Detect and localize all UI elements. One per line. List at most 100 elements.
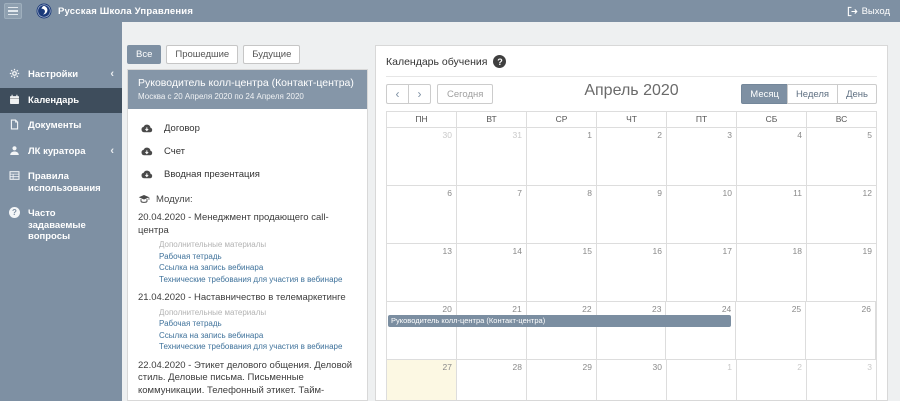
course-filter-tabs: Все Прошедшие Будущие: [127, 45, 368, 64]
sidebar-item[interactable]: ЛК куратора‹: [0, 139, 122, 165]
calendar-view-button[interactable]: Месяц: [741, 84, 788, 104]
calendar-day-cell[interactable]: 21: [457, 302, 527, 360]
modules-heading: Модули:: [138, 193, 357, 205]
calendar-day-cell[interactable]: 12: [807, 186, 876, 244]
calendar-view-button[interactable]: День: [837, 84, 877, 104]
calendar-day-cell[interactable]: 23: [597, 302, 667, 360]
module-materials-label: Дополнительные материалы: [159, 307, 357, 319]
top-header: Русская Школа Управления Выход: [0, 0, 900, 22]
calendar-day-cell-today[interactable]: 27: [387, 360, 457, 401]
calendar-day-cell[interactable]: 30: [387, 128, 457, 186]
calendar-day-cell[interactable]: 13: [387, 244, 457, 302]
module-link[interactable]: Технические требования для участия в веб…: [159, 274, 357, 286]
sidebar-item-label: Календарь: [28, 95, 79, 107]
module-link[interactable]: Технические требования для участия в веб…: [159, 341, 357, 353]
day-number: 27: [443, 362, 452, 372]
module-link[interactable]: Рабочая тетрадь: [159, 251, 357, 263]
sidebar-item[interactable]: Правила использования: [0, 164, 122, 201]
calendar-day-cell[interactable]: 10: [667, 186, 737, 244]
day-number: 25: [792, 304, 801, 314]
module-link[interactable]: Рабочая тетрадь: [159, 318, 357, 330]
calendar-day-cell[interactable]: 22: [527, 302, 597, 360]
calendar-day-cell[interactable]: 7: [457, 186, 527, 244]
calendar-day-cell[interactable]: 9: [597, 186, 667, 244]
day-of-week-header: ВТ: [457, 112, 527, 128]
calendar-day-cell[interactable]: 4: [737, 128, 807, 186]
course-filter-tab[interactable]: Все: [127, 45, 161, 64]
module-entry: 20.04.2020 - Менеджмент продающего call-…: [138, 212, 357, 285]
calendar-day-cell[interactable]: 20: [387, 302, 457, 360]
brand-logo: [36, 3, 52, 19]
day-number: 11: [793, 188, 802, 198]
day-number: 18: [793, 246, 802, 256]
day-number: 24: [722, 304, 731, 314]
download-item[interactable]: Счет: [138, 141, 357, 162]
calendar-day-cell[interactable]: 31: [457, 128, 527, 186]
calendar-day-cell[interactable]: 3: [667, 128, 737, 186]
day-number: 4: [797, 130, 802, 140]
sidebar: Настройки‹ Календарь ДокументыЛК куратора‹…: [0, 22, 122, 401]
calendar-day-cell[interactable]: 6: [387, 186, 457, 244]
logout-label: Выход: [862, 6, 890, 17]
calendar-day-cell[interactable]: 29: [527, 360, 597, 401]
calendar-week-row: 20 21 22 23 24 25 26 Руководитель колл-центра (…: [387, 302, 876, 360]
download-item[interactable]: Договор: [138, 118, 357, 139]
calendar-day-cell[interactable]: 14: [457, 244, 527, 302]
day-number: 15: [583, 246, 592, 256]
calendar-day-cell[interactable]: 28: [457, 360, 527, 401]
day-of-week-header: ПН: [387, 112, 457, 128]
gear-icon: [9, 68, 21, 79]
course-filter-tab[interactable]: Будущие: [243, 45, 300, 64]
day-number: 3: [727, 130, 732, 140]
calendar-day-cell[interactable]: 26: [806, 302, 876, 360]
download-item[interactable]: Вводная презентация: [138, 164, 357, 185]
calendar-day-cell[interactable]: 19: [807, 244, 876, 302]
calendar-day-cell[interactable]: 24: [666, 302, 736, 360]
calendar-day-cell[interactable]: 2: [737, 360, 807, 401]
sidebar-item[interactable]: Документы: [0, 113, 122, 139]
calendar-day-cell[interactable]: 2: [597, 128, 667, 186]
calendar-day-cell[interactable]: 1: [667, 360, 737, 401]
sidebar-item[interactable]: ?Часто задаваемые вопросы: [0, 201, 122, 250]
sidebar-item-label: ЛК куратора: [28, 146, 86, 158]
help-icon[interactable]: ?: [493, 55, 506, 68]
calendar-day-cell[interactable]: 15: [527, 244, 597, 302]
calendar-day-cell[interactable]: 17: [667, 244, 737, 302]
calendar-day-cell[interactable]: 5: [807, 128, 876, 186]
module-title: 20.04.2020 - Менеджмент продающего call-…: [138, 212, 357, 237]
calendar-day-cell[interactable]: 8: [527, 186, 597, 244]
module-materials-label: Дополнительные материалы: [159, 239, 357, 251]
course-header[interactable]: Руководитель колл-центра (Контакт-центра…: [128, 70, 367, 109]
calendar-day-headers: ПНВТСРЧТПТСБВС: [387, 112, 876, 128]
user-icon: [9, 145, 21, 156]
calendar-day-cell[interactable]: 18: [737, 244, 807, 302]
hamburger-menu-button[interactable]: [4, 3, 22, 19]
calendar-day-cell[interactable]: 16: [597, 244, 667, 302]
calendar-nav-group: ‹ ›: [386, 84, 431, 104]
today-button[interactable]: Сегодня: [437, 84, 493, 104]
calendar-grid: ПНВТСРЧТПТСБВС 3031123456789101112131415…: [386, 111, 877, 401]
day-number: 1: [727, 362, 732, 372]
module-link[interactable]: Ссылка на запись вебинара: [159, 262, 357, 274]
logout-button[interactable]: Выход: [847, 6, 890, 17]
day-number: 21: [512, 304, 521, 314]
calendar-prev-button[interactable]: ‹: [386, 84, 409, 104]
calendar-next-button[interactable]: ›: [408, 84, 431, 104]
sidebar-item[interactable]: Настройки‹: [0, 62, 122, 88]
calendar-week-row: 303112 3 45: [387, 128, 876, 186]
main-layout: Настройки‹КалендарьДокументыЛК куратора‹…: [0, 22, 900, 401]
module-entry: 22.04.2020 - Этикет делового общения. Де…: [138, 360, 357, 401]
calendar-day-cell[interactable]: 30: [597, 360, 667, 401]
course-filter-tab[interactable]: Прошедшие: [166, 45, 238, 64]
calendar-day-cell[interactable]: 11: [737, 186, 807, 244]
calendar-event-bar[interactable]: Руководитель колл-центра (Контакт-центра…: [388, 315, 731, 327]
sidebar-item[interactable]: Календарь: [0, 88, 122, 114]
calendar-day-cell[interactable]: 25: [736, 302, 806, 360]
module-link[interactable]: Ссылка на запись вебинара: [159, 330, 357, 342]
calendar-day-cell[interactable]: 3: [807, 360, 876, 401]
calendar-view-button[interactable]: Неделя: [787, 84, 838, 104]
day-of-week-header: ВС: [807, 112, 876, 128]
calendar-day-cell[interactable]: 1: [527, 128, 597, 186]
day-number: 22: [582, 304, 591, 314]
day-number: 6: [447, 188, 452, 198]
